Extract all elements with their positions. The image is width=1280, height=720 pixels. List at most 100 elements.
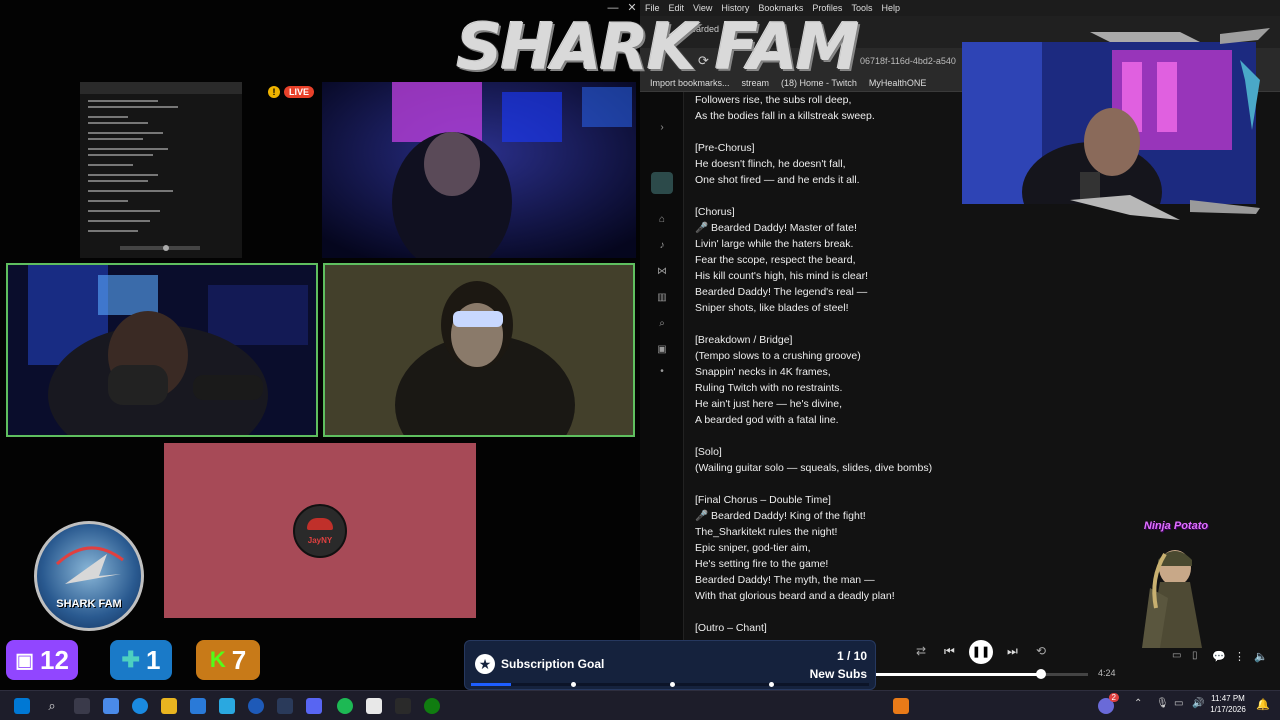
shuffle-icon[interactable]: ⇄: [916, 644, 926, 658]
browser-icon[interactable]: [248, 698, 264, 714]
twitch-count: 12: [39, 644, 69, 675]
shark-fam-badge: SHARK FAM: [34, 521, 144, 631]
lyrics-line: Livin' large while the haters break.: [695, 238, 854, 250]
twitch-counter: ▣ 12: [6, 640, 78, 680]
shark-icon: [55, 546, 124, 584]
mic-icon[interactable]: 🎙: [1156, 698, 1169, 709]
twitch-icon: ▣: [15, 649, 34, 672]
network-icon[interactable]: ▭: [1174, 698, 1183, 709]
spotify-icon[interactable]: [337, 698, 353, 714]
bookmark-myhealthone[interactable]: MyHealthONE: [869, 74, 927, 91]
lyrics-spacer: [695, 316, 1135, 332]
music-icon[interactable]: ♪: [656, 240, 668, 252]
profile-thumb[interactable]: [651, 172, 673, 194]
duration-label: 4:24: [1098, 668, 1116, 678]
subscription-goal: ★ Subscription Goal 1 / 10 New Subs: [464, 640, 876, 690]
live-indicator: ! LIVE: [268, 86, 315, 98]
lyrics-line: Bearded Daddy! The legend's real —: [695, 286, 868, 298]
repeat-icon[interactable]: ⟲: [1036, 644, 1046, 658]
kickish-counter: ✚ 1: [110, 640, 172, 680]
lyrics-line: The_Sharkitekt rules the night!: [695, 526, 838, 538]
screenshare-tile[interactable]: [80, 82, 242, 258]
notification-app-icon[interactable]: 2: [1098, 693, 1119, 714]
lyrics-line: Epic sniper, god-tier aim,: [695, 542, 811, 554]
video-tile-participant-2[interactable]: [6, 263, 318, 437]
lyrics-line: Bearded Daddy! The myth, the man —: [695, 574, 875, 586]
goal-progress-fill: [471, 683, 511, 686]
video-tile-participant-1[interactable]: [322, 82, 636, 258]
search-icon[interactable]: ⌕: [44, 698, 60, 714]
webcam-feed: [325, 265, 633, 435]
lyrics-line: Fear the scope, respect the beard,: [695, 254, 856, 266]
volume-tray-icon[interactable]: 🔊: [1192, 698, 1204, 709]
mail-icon[interactable]: [190, 698, 206, 714]
home-icon[interactable]: ⌂: [656, 214, 668, 226]
lyrics-line: Snappin' necks in 4K frames,: [695, 366, 831, 378]
playback-knob[interactable]: [1036, 669, 1047, 679]
edge-icon[interactable]: [132, 698, 148, 714]
webcam-frame-decoration: [1070, 28, 1270, 220]
lyrics-line: (Tempo slows to a crushing groove): [695, 350, 861, 362]
video-tile-participant-3[interactable]: [323, 263, 635, 437]
lyrics-line: [Solo]: [695, 446, 722, 458]
taskbar: ⌕ 2 ⌃ 🎙 ▭ 🔊 11:47 PM 1/17/2026 🔔: [0, 690, 1280, 720]
epic-games-icon[interactable]: [395, 698, 411, 714]
avatar-label: JayNY: [307, 536, 333, 545]
lyrics-line: 🎤 Bearded Daddy! Master of fate!: [695, 222, 857, 234]
more-icon[interactable]: ⋮: [1234, 650, 1245, 663]
url-text[interactable]: 06718f-116d-4bd2-a540: [860, 56, 956, 66]
box-icon[interactable]: ▣: [656, 344, 668, 356]
notification-count: 2: [1108, 693, 1119, 702]
kick-icon: K: [209, 647, 226, 672]
pause-button[interactable]: ❚❚: [969, 640, 993, 664]
chevron-right-icon[interactable]: ›: [656, 122, 668, 134]
menu-help[interactable]: Help: [881, 0, 900, 16]
next-icon[interactable]: ⏭: [1007, 644, 1018, 659]
discord-icon[interactable]: [306, 698, 322, 714]
copilot-icon[interactable]: [103, 698, 119, 714]
lyrics-line: (Wailing guitar solo — squeals, slides, …: [695, 462, 933, 474]
app-sidebar: › ⌂ ♪ ⋈ ▥ ⌕ ▣ •: [640, 92, 684, 640]
webcam-feed: [322, 82, 636, 258]
screenshare-preview: [80, 82, 242, 258]
lyrics-line: [Breakdown / Bridge]: [695, 334, 793, 346]
volume-icon[interactable]: 🔈: [1254, 650, 1268, 663]
task-view-icon[interactable]: [74, 698, 90, 714]
library-icon[interactable]: ▥: [656, 292, 668, 304]
live-badge: LIVE: [284, 86, 315, 98]
avatar: JayNY: [293, 504, 347, 558]
kick-counter: K 7: [196, 640, 260, 680]
kick-count: 7: [231, 644, 247, 675]
clock-time[interactable]: 11:47 PM: [1204, 694, 1252, 703]
file-explorer-icon[interactable]: [161, 698, 177, 714]
document-icon[interactable]: [366, 698, 382, 714]
warning-icon: !: [268, 86, 280, 98]
clock-date[interactable]: 1/17/2026: [1204, 705, 1252, 714]
kickish-count: 1: [145, 644, 161, 675]
steam-icon[interactable]: [277, 698, 293, 714]
notification-bell-icon[interactable]: 🔔: [1256, 698, 1270, 711]
lyrics-line: [Outro – Chant]: [695, 622, 767, 634]
windows-start-icon[interactable]: [14, 698, 30, 714]
lyrics-line: He's setting fire to the game!: [695, 558, 829, 570]
playback-track[interactable]: [876, 669, 1088, 679]
bell-icon[interactable]: •: [656, 366, 668, 378]
lyrics-line: Sniper shots, like blades of steel!: [695, 302, 849, 314]
search-icon[interactable]: ⌕: [656, 318, 668, 330]
goal-title: Subscription Goal: [501, 657, 605, 671]
lyrics-line: He ain't just here — he's divine,: [695, 398, 842, 410]
previous-icon[interactable]: ⏮: [944, 644, 955, 659]
webcam-feed: [8, 265, 316, 435]
soldier-character-icon: [1142, 550, 1202, 648]
share-icon[interactable]: ⋈: [656, 266, 668, 278]
app-icon[interactable]: [893, 698, 909, 714]
tray-chevron-icon[interactable]: ⌃: [1134, 698, 1142, 709]
xbox-icon[interactable]: [424, 698, 440, 714]
store-icon[interactable]: [219, 698, 235, 714]
lyrics-line: [Chorus]: [695, 206, 735, 218]
lyrics-spacer: [695, 428, 1135, 444]
goal-count: 1 / 10: [836, 649, 867, 663]
shark-fam-logo: SHARK FAM: [456, 11, 859, 85]
avatar-tile[interactable]: JayNY: [164, 443, 476, 618]
lyrics-line: Ruling Twitch with no restraints.: [695, 382, 843, 394]
